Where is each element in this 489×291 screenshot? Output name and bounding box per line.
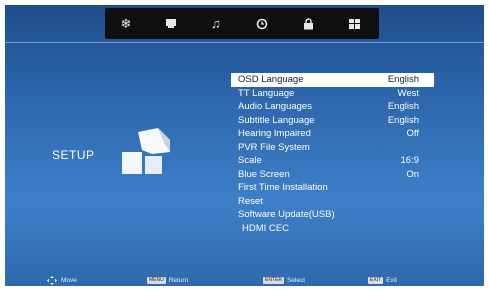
menu-item-label: Subtitle Language: [238, 114, 315, 126]
menu-item-label: Blue Screen: [238, 168, 290, 180]
menu-item-tt-language[interactable]: TT Language West: [231, 87, 434, 101]
menu-item-label: OSD Language: [238, 74, 304, 85]
menu-item-audio-languages[interactable]: Audio Languages English: [231, 100, 434, 114]
hint-select: ENTER Select: [263, 275, 305, 286]
lock-icon: [303, 17, 313, 29]
hint-return: MENU Return: [147, 275, 188, 286]
menu-item-value: Off: [406, 128, 420, 139]
menu-item-hdmi-cec[interactable]: HDMI CEC: [231, 222, 434, 236]
grid-icon: [348, 18, 360, 29]
hint-exit: EXIT Exit: [368, 275, 397, 286]
menu-item-label: Scale: [238, 155, 262, 166]
tv-menu-screen: ❄ ♫ SETUP OSD Language English TT Langua…: [5, 5, 484, 286]
key-hint-bar: Move MENU Return ENTER Select EXIT Exit: [5, 275, 484, 286]
menu-item-blue-screen[interactable]: Blue Screen On: [231, 168, 434, 182]
menu-item-value: English: [387, 114, 419, 126]
hint-move: Move: [47, 275, 77, 286]
menu-key-icon: MENU: [147, 277, 166, 284]
menu-item-label: Audio Languages: [238, 101, 312, 112]
hint-exit-label: Exit: [386, 277, 397, 284]
menu-item-hearing-impaired[interactable]: Hearing Impaired Off: [231, 127, 434, 141]
menu-item-label: PVR File System: [238, 141, 310, 153]
tab-picture[interactable]: ❄: [106, 8, 146, 39]
menu-item-value: On: [406, 168, 419, 180]
menu-item-label: Reset: [238, 195, 263, 207]
menu-item-value: English: [387, 74, 419, 85]
menu-item-label: Software Update(USB): [238, 209, 335, 220]
clock-icon: [256, 18, 268, 29]
menu-item-subtitle-language[interactable]: Subtitle Language English: [231, 114, 434, 128]
enter-key-icon: ENTER: [263, 277, 284, 284]
setup-illustration-icon: [122, 128, 170, 174]
music-note-icon: ♫: [211, 16, 221, 31]
section-title: SETUP: [52, 148, 95, 162]
menu-item-value: West: [397, 87, 419, 99]
menu-item-label: Hearing Impaired: [238, 128, 311, 139]
tab-monitor[interactable]: [151, 8, 191, 39]
snowflake-icon: ❄: [120, 15, 132, 31]
setup-menu-list: OSD Language English TT Language West Au…: [231, 73, 434, 235]
dpad-icon: [47, 276, 57, 285]
tab-lock[interactable]: [288, 8, 328, 39]
menu-item-value: 16:9: [400, 155, 420, 166]
exit-key-icon: EXIT: [368, 277, 384, 284]
hint-select-label: Select: [286, 277, 306, 284]
menu-item-value: English: [387, 101, 419, 112]
tab-setup[interactable]: [334, 8, 374, 39]
header-divider: [5, 42, 484, 43]
menu-item-pvr-file-system[interactable]: PVR File System: [231, 141, 434, 155]
menu-item-scale[interactable]: Scale 16:9: [231, 154, 434, 168]
menu-item-first-time-installation[interactable]: First Time Installation: [231, 181, 434, 195]
hint-return-label: Return: [168, 277, 189, 284]
menu-item-label: HDMI CEC: [242, 222, 289, 234]
hint-move-label: Move: [61, 277, 77, 284]
menu-item-label: First Time Installation: [238, 182, 328, 193]
menu-tab-bar: ❄ ♫: [105, 8, 379, 39]
tab-time[interactable]: [242, 8, 282, 39]
menu-item-reset[interactable]: Reset: [231, 195, 434, 209]
monitor-icon: [166, 19, 176, 28]
menu-item-label: TT Language: [238, 87, 295, 99]
tab-sound[interactable]: ♫: [196, 8, 236, 39]
menu-item-osd-language[interactable]: OSD Language English: [231, 73, 434, 87]
menu-item-software-update[interactable]: Software Update(USB): [231, 208, 434, 222]
